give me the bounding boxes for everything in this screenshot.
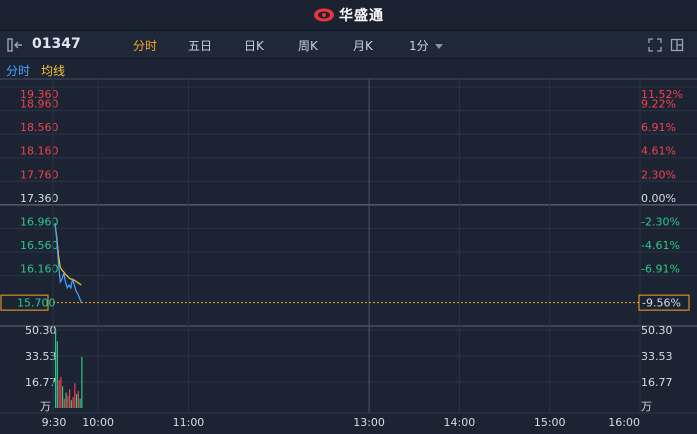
volume-bar [63, 398, 65, 408]
percent-tick-label: -2.30% [641, 215, 680, 228]
chart-legend: 分时 均线 [0, 59, 697, 79]
volume-bar [70, 400, 72, 408]
layout-icon[interactable] [670, 38, 684, 52]
collapse-sidebar-icon[interactable] [7, 38, 25, 52]
x-tick-label: 14:00 [444, 416, 476, 429]
percent-tick-label: 6.91% [641, 121, 676, 134]
volume-tick-label: 16.77 [25, 376, 57, 389]
volume-tick-label-right: 16.77 [641, 376, 673, 389]
chart-toolbar: 01347 分时 五日 日K 周K 月K 1分 [0, 31, 697, 59]
current-price-label: 15.700 [17, 297, 56, 310]
legend-intraday: 分时 [6, 64, 31, 78]
current-percent-label: -9.56% [642, 297, 681, 310]
volume-bar [58, 380, 60, 408]
volume-bar [60, 376, 62, 408]
volume-bar [72, 397, 74, 408]
percent-tick-label: -6.91% [641, 263, 680, 276]
volume-bar [62, 386, 64, 408]
legend-average: 均线 [41, 64, 66, 78]
app-header: 华盛通 [0, 0, 697, 31]
x-tick-label: 10:00 [82, 416, 114, 429]
intraday-chart[interactable]: 19.360 11.52%18.960 9.22%18.560 6.91%18.160… [0, 79, 697, 434]
volume-bar [67, 395, 69, 408]
percent-tick-label: -4.61% [641, 239, 680, 252]
volume-bar [81, 356, 83, 408]
chevron-down-icon [434, 43, 443, 49]
volume-bar [56, 341, 58, 408]
volume-tick-label: 50.30 [25, 324, 57, 337]
volume-bar [79, 398, 81, 408]
percent-tick-label: 4.61% [641, 145, 676, 158]
volume-unit-label-right: 万 [641, 400, 652, 413]
percent-tick-label: 2.30% [641, 168, 676, 181]
volume-tick-label-right: 33.53 [641, 350, 673, 363]
volume-bar [74, 383, 76, 408]
period-value: 1分 [409, 39, 429, 53]
brand-logo-icon [314, 8, 334, 22]
volume-tick-label: 33.53 [25, 350, 57, 363]
stock-code: 01347 [32, 36, 81, 52]
tab-weekly-k[interactable]: 周K [298, 37, 318, 54]
percent-tick-label: 9.22% [641, 98, 676, 111]
price-line [54, 223, 82, 303]
percent-tick-label: 0.00% [641, 192, 676, 205]
tab-monthly-k[interactable]: 月K [353, 37, 373, 54]
brand-name: 华盛通 [339, 8, 384, 24]
tab-intraday[interactable]: 分时 [133, 37, 157, 54]
volume-bar [69, 389, 71, 408]
fullscreen-icon[interactable] [648, 38, 662, 52]
tab-five-day[interactable]: 五日 [188, 37, 212, 54]
x-tick-label: 15:00 [534, 416, 566, 429]
period-select[interactable]: 1分 [409, 37, 443, 54]
x-tick-label: 16:00 [608, 416, 640, 429]
brand: 华盛通 [313, 5, 384, 25]
x-tick-label: 11:00 [173, 416, 205, 429]
volume-unit-label: 万 [40, 400, 51, 413]
volume-bar [77, 390, 79, 408]
volume-bar [76, 394, 78, 408]
volume-bar [65, 392, 67, 408]
volume-tick-label-right: 50.30 [641, 324, 673, 337]
volume-bar [55, 330, 57, 408]
tab-daily-k[interactable]: 日K [244, 37, 264, 54]
x-tick-label: 13:00 [353, 416, 385, 429]
x-tick-label: 9:30 [42, 416, 67, 429]
